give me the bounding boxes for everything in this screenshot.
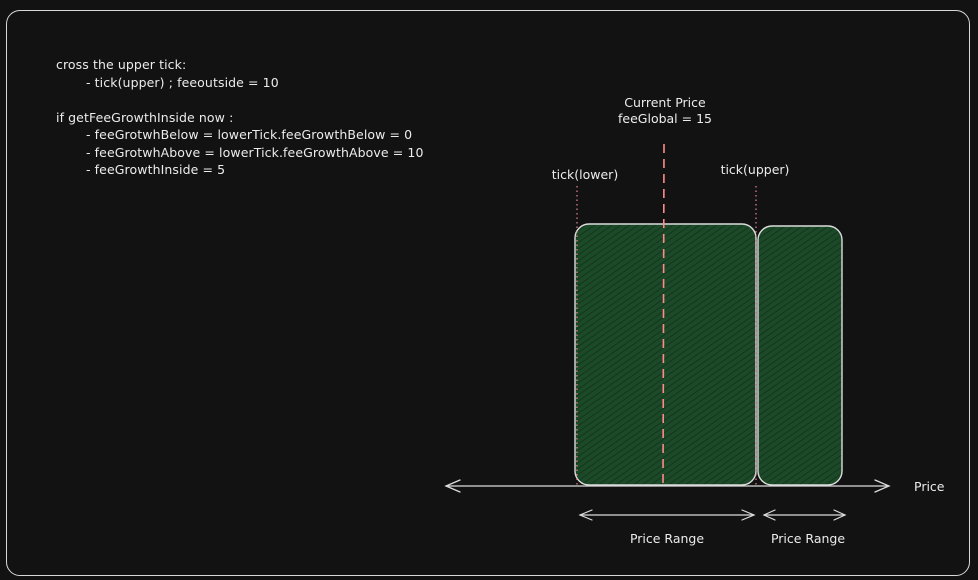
tick-lower-label: tick(lower)	[552, 167, 618, 182]
current-price-line	[662, 143, 665, 489]
price-range-arrow-upper	[762, 509, 847, 521]
tick-upper-label: tick(upper)	[721, 162, 790, 177]
fee-global-label: feeGlobal = 15	[618, 111, 712, 126]
current-price-title: Current Price	[624, 95, 706, 110]
price-axis-label: Price	[914, 479, 945, 494]
price-range-diagram: Current Price feeGlobal = 15 tick(lower)…	[444, 95, 945, 546]
upper-range-box	[757, 225, 843, 486]
price-range-label: Price Range	[630, 531, 704, 546]
price-range-label: Price Range	[771, 531, 845, 546]
price-range-arrow-lower	[578, 509, 756, 521]
diagram-canvas: cross the upper tick: - tick(upper) ; fe…	[0, 0, 978, 580]
lower-range-box	[574, 223, 757, 486]
